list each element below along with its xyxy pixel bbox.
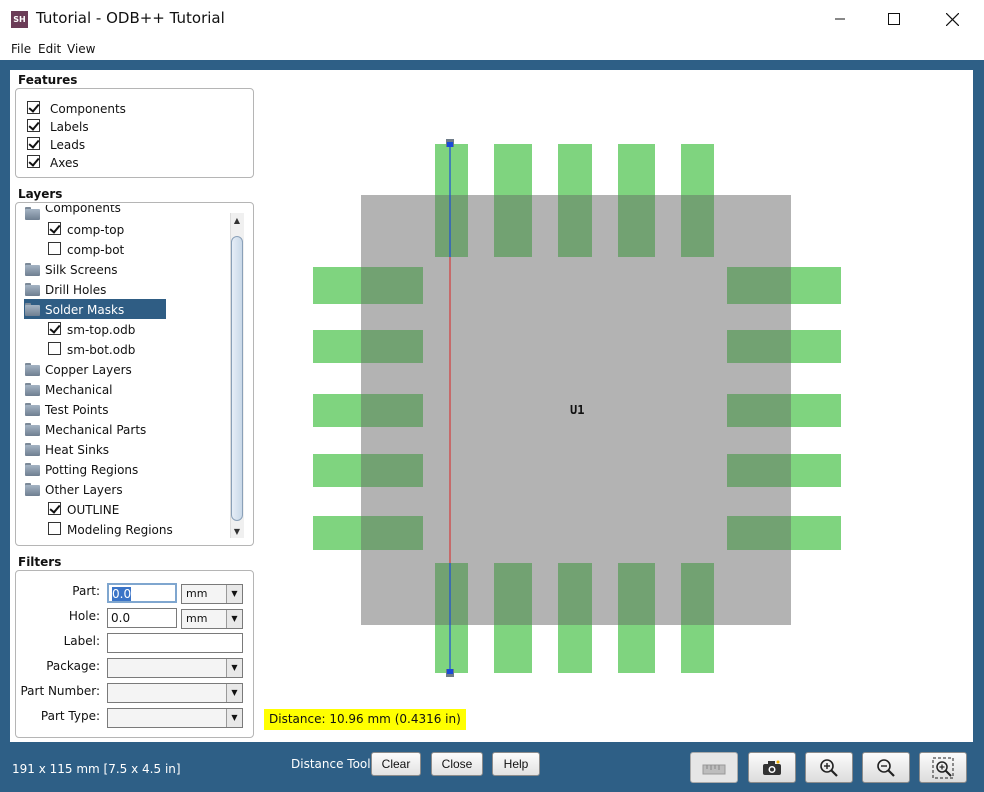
scroll-up-icon[interactable]: ▲: [231, 215, 243, 227]
layers-scroll-thumb[interactable]: [231, 236, 243, 521]
zoom-out-icon: [877, 758, 895, 777]
hole-filter-label: Hole:: [68, 609, 100, 623]
chevron-down-icon: ▼: [226, 709, 242, 727]
part-number-filter-label: Part Number:: [20, 684, 100, 698]
outline-checkbox[interactable]: [48, 502, 61, 515]
tree-item-comp-top[interactable]: comp-top: [67, 223, 124, 237]
screenshot-button[interactable]: [748, 752, 796, 783]
zoom-in-button[interactable]: [805, 752, 853, 783]
maximize-icon: [888, 13, 900, 25]
active-tool-label: Distance Tool: [291, 757, 371, 771]
leads-label: Leads: [50, 138, 86, 152]
folder-icon: [25, 263, 40, 276]
part-filter-label: Part:: [72, 584, 100, 598]
menu-view[interactable]: View: [67, 42, 95, 56]
window-title: Tutorial - ODB++ Tutorial: [36, 9, 225, 27]
close-window-button[interactable]: [929, 0, 975, 38]
pcb-view[interactable]: U1: [262, 70, 973, 742]
help-button[interactable]: Help: [492, 752, 540, 776]
tree-item-drill-holes[interactable]: Drill Holes: [45, 283, 106, 297]
part-type-filter-label: Part Type:: [40, 709, 100, 723]
folder-icon: [25, 363, 40, 376]
labels-label: Labels: [50, 120, 89, 134]
tree-item-copper-layers[interactable]: Copper Layers: [45, 363, 132, 377]
part-filter-input[interactable]: 0.0: [107, 583, 177, 603]
chevron-down-icon: ▼: [226, 585, 242, 603]
part-unit-select[interactable]: mm ▼: [181, 584, 243, 604]
tree-item-potting-regions[interactable]: Potting Regions: [45, 463, 138, 477]
folder-icon: [25, 423, 40, 436]
hole-filter-input[interactable]: 0.0: [107, 608, 177, 628]
sm-top-checkbox[interactable]: [48, 322, 61, 335]
zoom-out-button[interactable]: [862, 752, 910, 783]
tree-item-mechanical[interactable]: Mechanical: [45, 383, 113, 397]
maximize-button[interactable]: [871, 0, 917, 38]
app-icon: SH: [11, 11, 28, 28]
folder-icon: [25, 207, 40, 220]
tree-item-solder-masks[interactable]: Solder Masks: [45, 303, 124, 317]
folder-icon: [25, 403, 40, 416]
distance-readout: Distance: 10.96 mm (0.4316 in): [264, 709, 466, 730]
tree-item-silk-screens[interactable]: Silk Screens: [45, 263, 118, 277]
sm-bot-checkbox[interactable]: [48, 342, 61, 355]
part-number-select[interactable]: ▼: [107, 683, 243, 703]
package-select[interactable]: ▼: [107, 658, 243, 678]
hole-unit-select[interactable]: mm ▼: [181, 609, 243, 629]
folder-icon: [25, 303, 40, 316]
menu-edit[interactable]: Edit: [38, 42, 61, 56]
minimize-button[interactable]: [817, 0, 863, 38]
measure-icon: [702, 764, 726, 774]
measure-tool-button[interactable]: [690, 752, 738, 783]
label-filter-input[interactable]: [107, 633, 243, 653]
chevron-down-icon: ▼: [226, 659, 242, 677]
features-title: Features: [18, 73, 78, 87]
tree-item-test-points[interactable]: Test Points: [45, 403, 109, 417]
axes-label: Axes: [50, 156, 79, 170]
modeling-regions-checkbox[interactable]: [48, 522, 61, 535]
tree-item-heat-sinks[interactable]: Heat Sinks: [45, 443, 109, 457]
clear-button[interactable]: Clear: [371, 752, 421, 776]
tree-item-mechanical-parts[interactable]: Mechanical Parts: [45, 423, 146, 437]
chevron-down-icon: ▼: [226, 684, 242, 702]
scroll-down-icon[interactable]: ▼: [231, 526, 243, 538]
leads-checkbox[interactable]: [27, 137, 40, 150]
component-label: U1: [570, 403, 584, 417]
menu-bar: File Edit View: [0, 38, 984, 60]
zoom-in-icon: [820, 758, 838, 777]
chevron-down-icon: ▼: [226, 610, 242, 628]
tree-item-sm-bot[interactable]: sm-bot.odb: [67, 343, 135, 357]
components-checkbox[interactable]: [27, 101, 40, 114]
labels-checkbox[interactable]: [27, 119, 40, 132]
folder-icon: [25, 483, 40, 496]
comp-bot-checkbox[interactable]: [48, 242, 61, 255]
package-filter-label: Package:: [46, 659, 100, 673]
tree-item-modeling-regions[interactable]: Modeling Regions: [67, 523, 173, 537]
folder-icon: [25, 283, 40, 296]
tree-item-outline[interactable]: OUTLINE: [67, 503, 119, 517]
folder-icon: [25, 443, 40, 456]
zoom-fit-icon: [932, 757, 954, 778]
board-size-status: 191 x 115 mm [7.5 x 4.5 in]: [12, 762, 181, 776]
filters-title: Filters: [18, 555, 62, 569]
minimize-icon: [835, 18, 845, 20]
zoom-fit-button[interactable]: [919, 752, 967, 783]
layers-partial-item: Components: [45, 202, 121, 215]
close-icon: [945, 12, 959, 26]
part-type-select[interactable]: ▼: [107, 708, 243, 728]
camera-icon: [763, 760, 781, 775]
layers-title: Layers: [18, 187, 63, 201]
menu-file[interactable]: File: [11, 42, 31, 56]
tree-item-other-layers[interactable]: Other Layers: [45, 483, 123, 497]
comp-top-checkbox[interactable]: [48, 222, 61, 235]
components-label: Components: [50, 102, 126, 116]
tree-item-comp-bot[interactable]: comp-bot: [67, 243, 124, 257]
tree-item-sm-top[interactable]: sm-top.odb: [67, 323, 135, 337]
folder-icon: [25, 463, 40, 476]
close-tool-button[interactable]: Close: [431, 752, 483, 776]
title-bar: SH Tutorial - ODB++ Tutorial: [0, 0, 984, 38]
folder-icon: [25, 383, 40, 396]
label-filter-label: Label:: [63, 634, 100, 648]
pcb-canvas[interactable]: U1: [262, 70, 973, 742]
axes-checkbox[interactable]: [27, 155, 40, 168]
